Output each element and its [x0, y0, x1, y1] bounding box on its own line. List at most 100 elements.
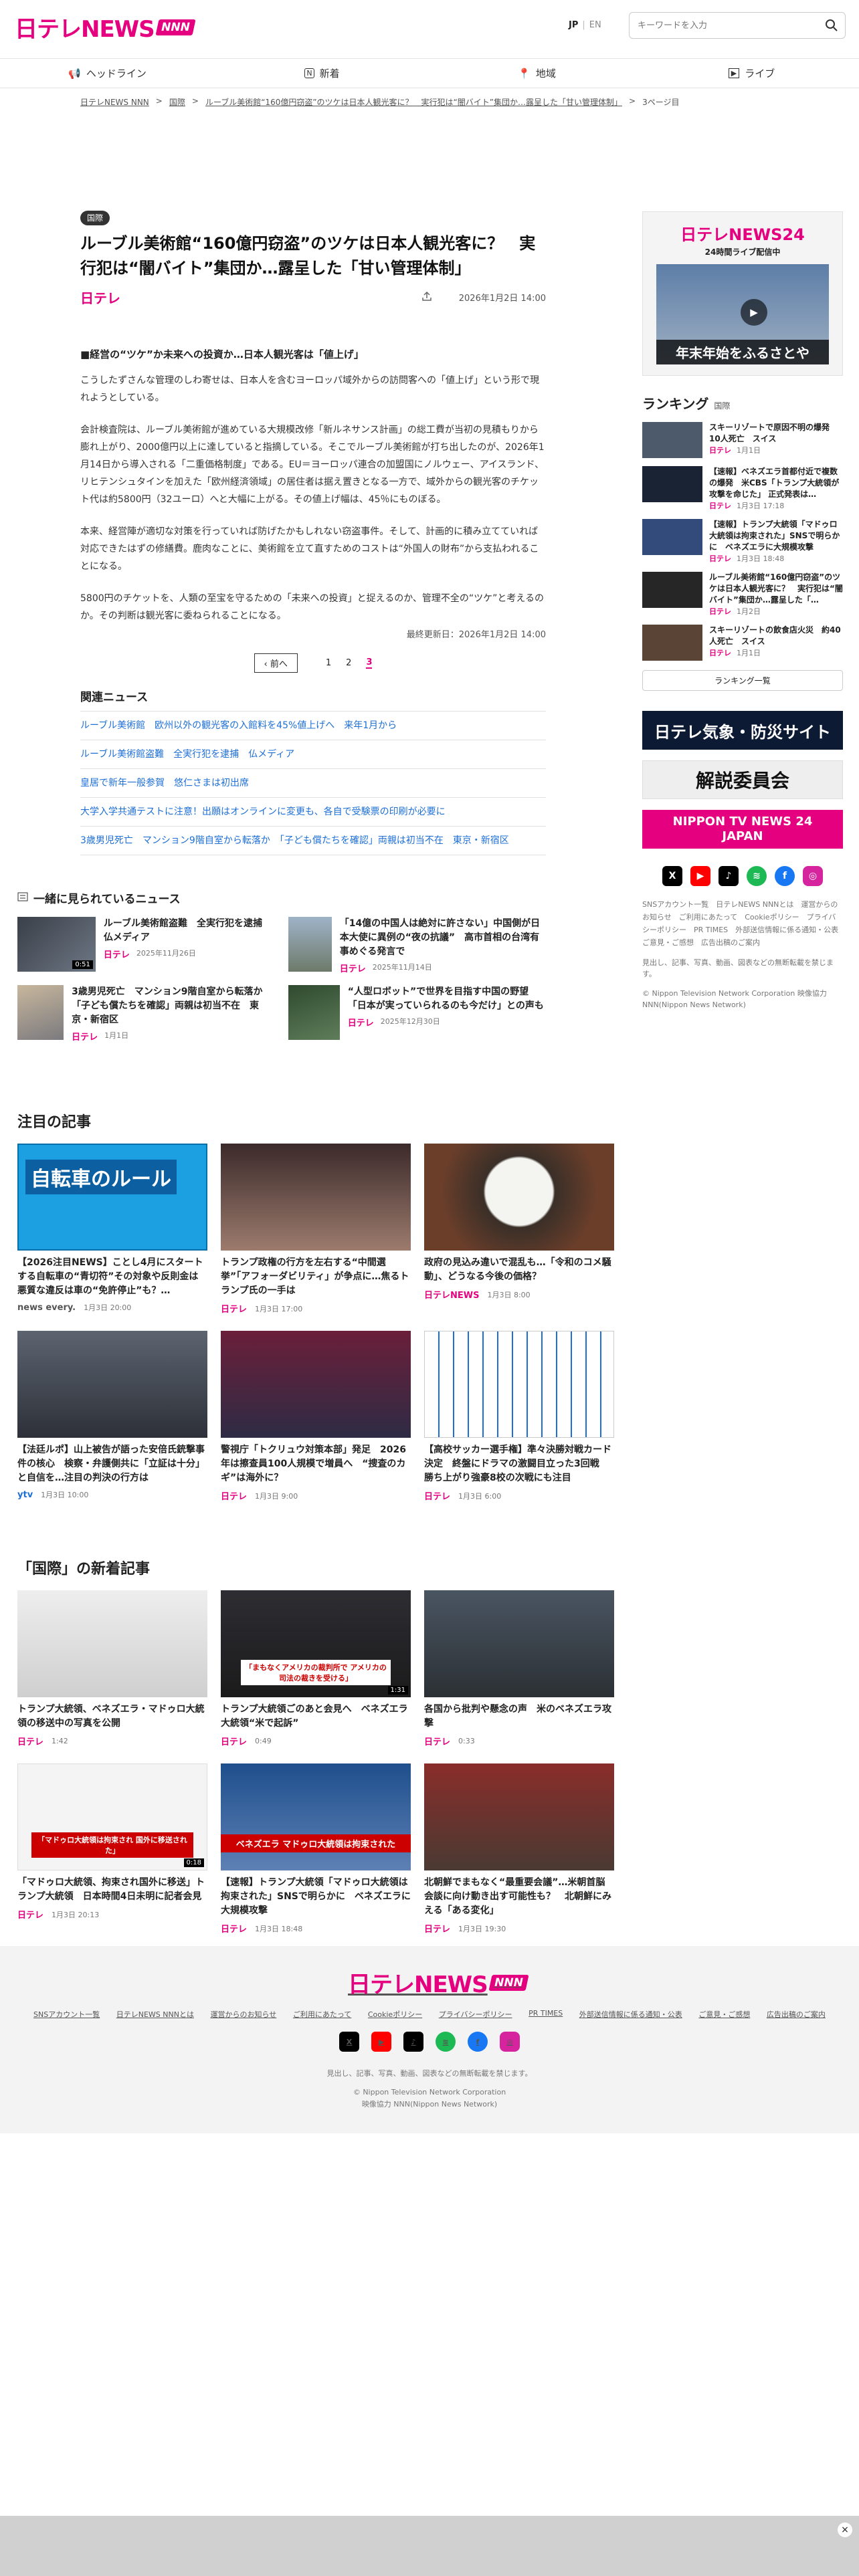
pagination-page-1[interactable]: 1 [326, 658, 331, 668]
ranking-more-button[interactable]: ランキング一覧 [642, 670, 843, 691]
nav-region[interactable]: 📍 地域 [430, 59, 644, 88]
thumbnail [221, 1331, 411, 1438]
footer-link[interactable]: 外部送信情報に係る通知・公表 [579, 2009, 682, 2020]
footer-link[interactable]: 広告出稿のご案内 [767, 2009, 826, 2020]
article-paragraph: 本来、経営陣が適切な対策を行っていれば防げたかもしれない窃盗事件。そして、計画的… [80, 526, 539, 572]
youtube-icon[interactable]: ▶ [690, 866, 710, 886]
intl-card[interactable]: 北朝鮮でまもなく“最重要会議”…米朝首脳会談に向け動き出す可能性も？ 北朝鮮にみ… [424, 1763, 614, 1935]
lang-jp-link[interactable]: JP [569, 20, 578, 30]
intl-card[interactable]: トランプ大統領、ベネズエラ・マドゥロ大統領の移送中の写真を公開 日テレ 1:42 [17, 1590, 207, 1747]
featured-card[interactable]: 警視庁「トクリュウ対策本部」発足 2026年は擦查員100人規模で増員へ “捜査… [221, 1331, 411, 1502]
ranking-item[interactable]: 【速報】トランプ大統領「マドゥロ大統領は拘束された」SNSで明らかに ベネズエラ… [642, 515, 843, 568]
featured-card[interactable]: 自転車のルール 【2026注目NEWS】ことし4月にスタートする自転車の“青切符”… [17, 1144, 207, 1315]
intl-card[interactable]: 各国から批判や懸念の声 米のベネズエラ攻撃 日テレ 0:33 [424, 1590, 614, 1747]
thumbnail [17, 985, 64, 1040]
featured-card[interactable]: トランプ政権の行方を左右する“中間選挙”「アフォーダビリティ」が争点に…焦るトラ… [221, 1144, 411, 1315]
tiktok-icon[interactable]: ♪ [403, 2032, 423, 2052]
site-logo[interactable]: 日テレNEWS NNN [15, 11, 195, 43]
ranking-item[interactable]: スキーリゾートの飲食店火災 約40人死亡 スイス 日テレ 1月1日 [642, 621, 843, 665]
tiktok-icon[interactable]: ♪ [719, 866, 739, 886]
facebook-icon[interactable]: f [775, 866, 795, 886]
intl-card[interactable]: 「まもなくアメリカの裁判所で アメリカの司法の裁きを受ける」 1:31 トランプ大統… [221, 1590, 411, 1747]
footer-logo[interactable]: 日テレNEWS NNN [348, 1966, 529, 1999]
category-tag[interactable]: 国際 [80, 211, 110, 225]
related-news-link[interactable]: 3歳男児死亡 マンション9階自室から転落か 「子ども償たちを確認」両親は初当不在… [80, 827, 546, 855]
spotify-icon[interactable]: ≋ [747, 866, 767, 886]
featured-card[interactable]: 政府の見込み違いで混乱も…「令和のコメ騒動」、どうなる今後の価格？ 日テレNEWS… [424, 1144, 614, 1315]
search-input[interactable] [630, 13, 810, 38]
intl-card[interactable]: 「マドゥロ大統領は拘束され 国外に移送された」 0:18 「マドゥロ大統領、拘束され… [17, 1763, 207, 1935]
watched-item[interactable]: 3歳男児死亡 マンション9階自室から転落か 「子ども償たちを確認」両親は初当不在… [17, 985, 275, 1043]
pagination-prev[interactable]: ‹ 前へ [254, 653, 298, 673]
share-icon[interactable] [421, 291, 432, 304]
featured-title: 注目の記事 [17, 1114, 92, 1131]
featured-card[interactable]: 【法廷ルポ】山上被告が語った安倍氏銃撃事件の核心 検察・弁護側共に「立証は十分」… [17, 1331, 207, 1502]
breadcrumb-home[interactable]: 日テレNEWS NNN [80, 96, 149, 108]
play-icon[interactable]: ▶ [741, 299, 767, 326]
breadcrumb: 日テレNEWS NNN > 国際 > ルーブル美術館“160億円窃盗”のツケは日本人… [80, 96, 680, 108]
thumbnail: 「まもなくアメリカの裁判所で アメリカの司法の裁きを受ける」 1:31 [221, 1590, 411, 1697]
breadcrumb-article[interactable]: ルーブル美術館“160億円窃盗”のツケは日本人観光客に？ 実行犯は“闇バイト”集… [205, 96, 622, 108]
related-news-link[interactable]: 皇居で新年一般参賀 悠仁さまは初出席 [80, 769, 546, 798]
related-news-link[interactable]: ルーブル美術館 欧州以外の観光客の入館料を45%値上げへ 来年1月から [80, 712, 546, 740]
site-header: 日テレNEWS NNN JP | EN [0, 0, 859, 59]
ranking-title: ランキング [642, 396, 709, 412]
footer-link[interactable]: プライバシーポリシー [439, 2009, 512, 2020]
facebook-icon[interactable]: f [468, 2032, 488, 2052]
footer-link[interactable]: PR TIMES [529, 2009, 563, 2020]
live-logo: 日テレNEWS24 [680, 225, 805, 244]
pagination-page-3[interactable]: 3 [366, 657, 373, 669]
footer-link[interactable]: 日テレNEWS NNNとは [116, 2009, 194, 2020]
thumbnail [424, 1763, 614, 1870]
watched-item[interactable]: 0:51 ルーブル美術館盗難 全実行犯を逮捕 仏メディア 日テレ 2025年11月2… [17, 917, 275, 974]
featured-card[interactable]: 【高校サッカー選手権】準々決勝対戦カード決定 終盤にドラマの激闘目立った3回戦 … [424, 1331, 614, 1502]
live-banner[interactable]: 日テレNEWS24 24時間ライブ配信中 ▶ 年末年始をふるさとや [642, 211, 843, 376]
nav-headline[interactable]: 📢 ヘッドライン [0, 59, 215, 88]
related-news-link[interactable]: 大学入学共通テストに注意！出願はオンラインに変更も、各自で受験票の印刷が必要に [80, 798, 546, 827]
logo-badge: NNN [155, 19, 195, 35]
related-news: 関連ニュース ルーブル美術館 欧州以外の観光客の入館料を45%値上げへ 来年1月… [80, 687, 546, 855]
commentator-banner[interactable]: 解説委員会 [642, 760, 843, 799]
footer-link[interactable]: 運営からのお知らせ [211, 2009, 277, 2020]
footer-link[interactable]: ご利用にあたって [293, 2009, 351, 2020]
article: 国際 ルーブル美術館“160億円窃盗”のツケは日本人観光客に？ 実行犯は“闇バイ… [80, 211, 546, 855]
watched-item[interactable]: 「14億の中国人は絶対に許さない」中国側が日本大使に異例の“夜の抗議” 高市首相… [288, 917, 546, 974]
related-news-link[interactable]: ルーブル美術館盗難 全実行犯を逮捕 仏メディア [80, 740, 546, 769]
watched-news: 一緒に見られているニュース 0:51 ルーブル美術館盗難 全実行犯を逮捕 仏メデ… [17, 889, 546, 1043]
nav-live[interactable]: ▶ ライブ [644, 59, 859, 88]
logo-text: 日テレNEWS [15, 16, 155, 43]
intl-card[interactable]: ベネズエラ マドゥロ大統領は拘束された 【速報】トランプ大統領「マドゥロ大統領は拘… [221, 1763, 411, 1935]
youtube-icon[interactable]: ▶ [371, 2032, 391, 2052]
global-nav: 📢 ヘッドライン N 新着 📍 地域 ▶ ライブ [0, 59, 859, 88]
x-icon[interactable]: X [339, 2032, 359, 2052]
spotify-icon[interactable]: ≋ [436, 2032, 456, 2052]
watched-item[interactable]: “人型ロボット”で世界を目指す中国の野望「日本が実っていられるのも今だけ」との声… [288, 985, 546, 1043]
lang-en-link[interactable]: EN [589, 20, 601, 30]
thumbnail [288, 917, 332, 972]
x-icon[interactable]: X [662, 866, 682, 886]
ranking-item[interactable]: 【速報】ベネズエラ首都付近で複数の爆発 米CBS「トランプ大統領が攻撃を命じた」… [642, 462, 843, 515]
thumbnail [424, 1144, 614, 1251]
close-icon[interactable]: × [838, 2523, 852, 2537]
instagram-icon[interactable]: ◎ [803, 866, 823, 886]
thumbnail [424, 1590, 614, 1697]
megaphone-icon: 📢 [68, 67, 81, 80]
footer-link[interactable]: SNSアカウント一覧 [33, 2009, 100, 2020]
ranking-item[interactable]: ルーブル美術館“160億円窃盗”のツケは日本人観光客に？ 実行犯は“闇バイト”集… [642, 568, 843, 621]
sidebar-links[interactable]: SNSアカウント一覧 日テレNEWS NNNとは 運営からのお知らせ ご利用にあ… [642, 898, 846, 949]
language-switch: JP | EN [569, 20, 601, 30]
new-icon: N [304, 68, 314, 78]
watched-news-title: 一緒に見られているニュース [33, 893, 181, 906]
instagram-icon[interactable]: ◎ [500, 2032, 520, 2052]
ntv-news24-banner[interactable]: NIPPON TV NEWS 24 JAPAN [642, 810, 843, 849]
ranking-item[interactable]: スキーリゾートで原因不明の爆発 10人死亡 スイス 日テレ 1月1日 [642, 418, 843, 462]
search-icon[interactable] [825, 19, 838, 35]
ranking-list: スキーリゾートで原因不明の爆発 10人死亡 スイス 日テレ 1月1日 【速報】ベネズ… [642, 418, 843, 665]
footer-link[interactable]: ご意見・ご感想 [698, 2009, 750, 2020]
breadcrumb-category[interactable]: 国際 [169, 96, 185, 108]
thumbnail: 自転車のルール [17, 1144, 207, 1251]
weather-banner[interactable]: 日テレ気象・防災サイト [642, 711, 843, 750]
footer-link[interactable]: Cookieポリシー [368, 2009, 422, 2020]
pagination-page-2[interactable]: 2 [346, 658, 351, 668]
nav-new[interactable]: N 新着 [215, 59, 430, 88]
